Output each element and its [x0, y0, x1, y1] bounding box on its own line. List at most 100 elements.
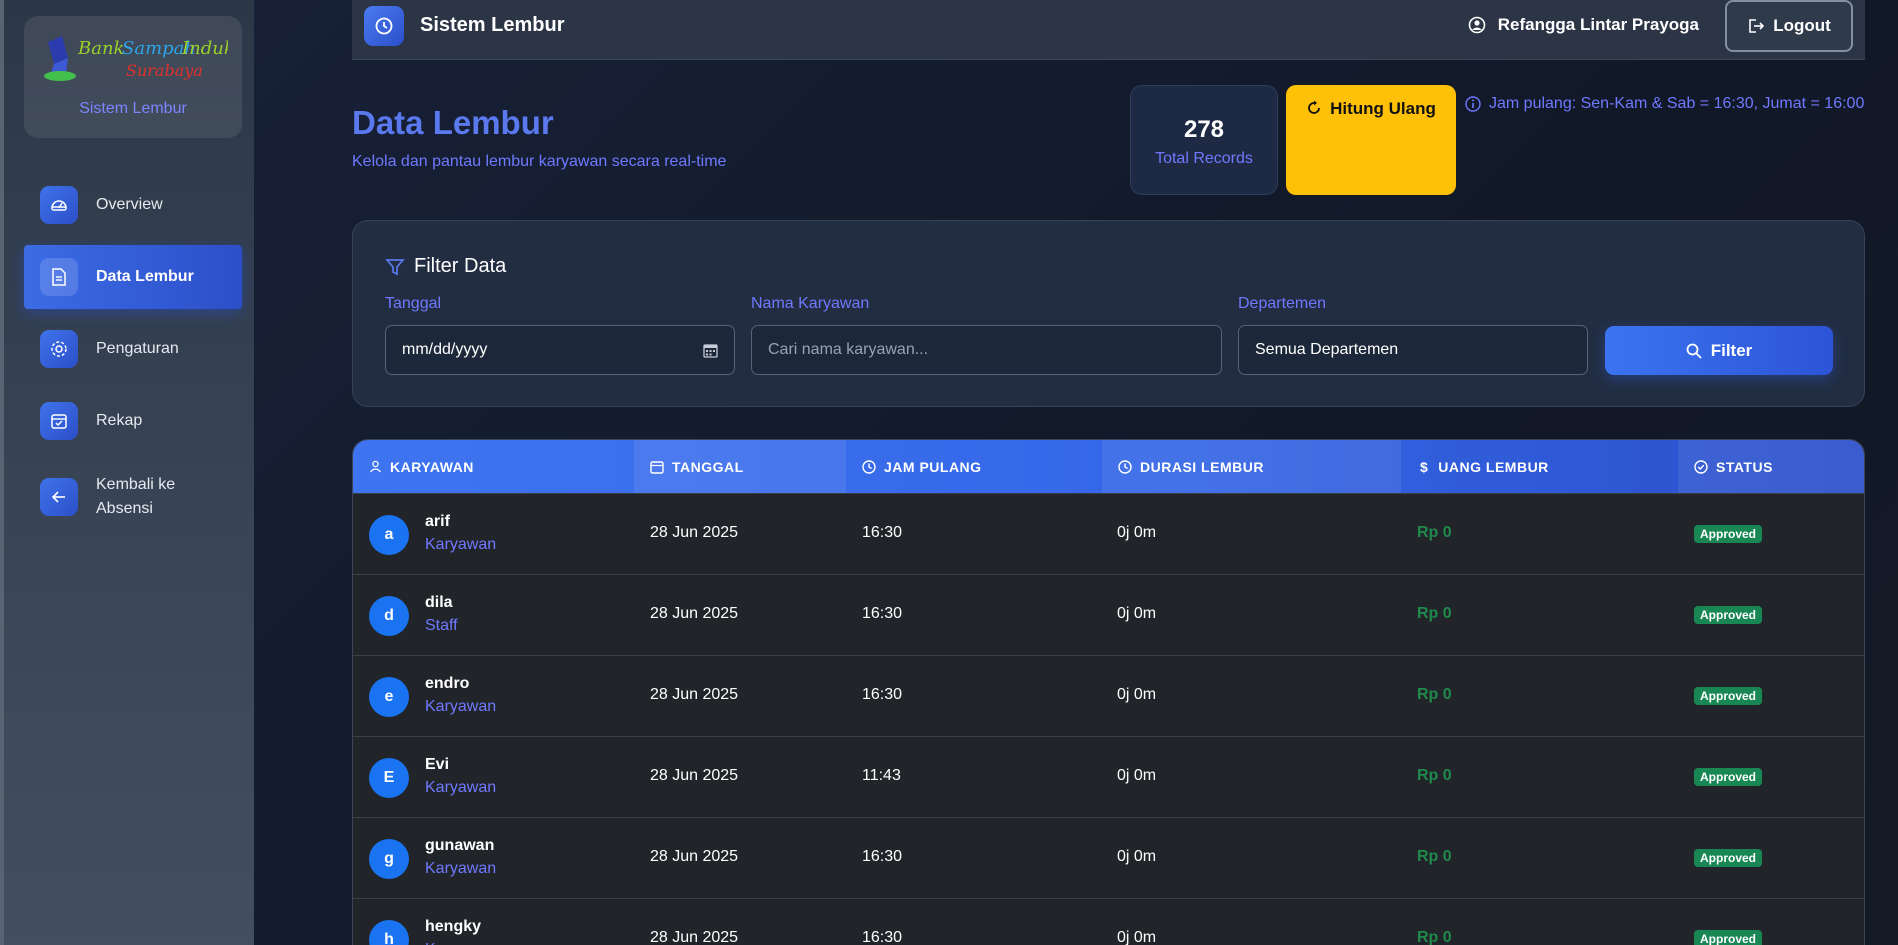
- date-input[interactable]: mm/dd/yyyy: [385, 325, 735, 375]
- col-status[interactable]: STATUS: [1678, 440, 1864, 493]
- total-records-card: 278 Total Records: [1130, 85, 1278, 195]
- table-row[interactable]: h hengky Karyawan 28 Jun 2025 16:30 0j 0…: [353, 898, 1864, 945]
- refresh-icon: [1308, 100, 1321, 114]
- status-badge: Approved: [1694, 849, 1763, 867]
- sidebar-item-rekap[interactable]: Rekap: [24, 389, 242, 453]
- clock-icon: [862, 459, 876, 474]
- sidebar: Bank Sampah Induk Surabaya Sistem Lembur…: [0, 0, 254, 945]
- status-badge: Approved: [1694, 687, 1763, 705]
- cell-date: 28 Jun 2025: [650, 605, 739, 622]
- table-row[interactable]: g gunawan Karyawan 28 Jun 2025 16:30 0j …: [353, 817, 1864, 898]
- schedule-info: Jam pulang: Sen-Kam & Sab = 16:30, Jumat…: [1465, 95, 1864, 113]
- employee-name: gunawan: [425, 837, 495, 854]
- col-label: DURASI LEMBUR: [1140, 458, 1264, 475]
- calendar-icon[interactable]: [703, 343, 718, 358]
- user-circle-icon: [1468, 16, 1486, 34]
- brand-card: Bank Sampah Induk Surabaya Sistem Lembur: [24, 16, 242, 138]
- table-row[interactable]: E Evi Karyawan 28 Jun 2025 11:43 0j 0m R…: [353, 736, 1864, 817]
- dollar-icon: $: [1420, 458, 1429, 475]
- topbar: Sistem Lembur Refangga Lintar Prayoga Lo…: [352, 0, 1865, 60]
- status-badge: Approved: [1694, 930, 1763, 945]
- col-tanggal[interactable]: TANGGAL: [634, 440, 846, 493]
- col-durasi-lembur[interactable]: DURASI LEMBUR: [1102, 440, 1401, 493]
- col-label: UANG LEMBUR: [1438, 458, 1549, 475]
- check-circle-icon: [1694, 459, 1708, 474]
- avatar: a: [369, 515, 409, 555]
- employee-role: Karyawan: [425, 860, 497, 877]
- filter-title: Filter Data: [385, 255, 506, 278]
- table-row[interactable]: a arif Karyawan 28 Jun 2025 16:30 0j 0m …: [353, 493, 1864, 574]
- col-label: JAM PULANG: [884, 458, 982, 475]
- clock-icon: [1118, 459, 1132, 474]
- sidebar-item-label: Data Lembur: [96, 268, 194, 285]
- employee-search-placeholder: Cari nama karyawan...: [768, 341, 929, 358]
- total-records-label: Total Records: [1155, 150, 1253, 167]
- status-badge: Approved: [1694, 525, 1763, 543]
- cell-date: 28 Jun 2025: [650, 767, 739, 784]
- cell-uang: Rp 0: [1417, 848, 1452, 865]
- user-name: Refangga Lintar Prayoga: [1497, 15, 1699, 34]
- search-icon: [1686, 343, 1702, 359]
- cell-date: 28 Jun 2025: [650, 848, 739, 865]
- avatar: h: [369, 920, 409, 945]
- col-karyawan[interactable]: KARYAWAN: [353, 440, 634, 493]
- col-uang-lembur[interactable]: $ UANG LEMBUR: [1401, 440, 1678, 493]
- page-subtitle: Kelola dan pantau lembur karyawan secara…: [352, 153, 727, 170]
- sidebar-item-pengaturan[interactable]: Pengaturan: [24, 317, 242, 381]
- cell-jam-pulang: 16:30: [862, 524, 903, 541]
- svg-text:Induk: Induk: [181, 38, 228, 59]
- employee-name: dila: [425, 594, 453, 611]
- cell-jam-pulang: 16:30: [862, 848, 903, 865]
- logout-icon: [1749, 19, 1765, 33]
- schedule-info-text: Jam pulang: Sen-Kam & Sab = 16:30, Jumat…: [1489, 95, 1865, 112]
- sidebar-item-kembali-absensi[interactable]: Kembali ke Absensi: [24, 465, 242, 529]
- employee-name: Evi: [425, 756, 450, 773]
- sidebar-item-data-lembur[interactable]: Data Lembur: [24, 245, 242, 309]
- logout-button[interactable]: Logout: [1725, 0, 1853, 52]
- department-select[interactable]: Semua Departemen: [1238, 325, 1588, 375]
- avatar: g: [369, 839, 409, 879]
- table-header: KARYAWAN TANGGAL JAM PULANG DURASI LEMBU…: [353, 440, 1864, 493]
- cell-uang: Rp 0: [1417, 686, 1452, 703]
- status-badge: Approved: [1694, 606, 1763, 624]
- page-title: Data Lembur: [352, 104, 554, 141]
- table-row[interactable]: e endro Karyawan 28 Jun 2025 16:30 0j 0m…: [353, 655, 1864, 736]
- gauge-icon: [40, 186, 78, 224]
- employee-search-input[interactable]: Cari nama karyawan...: [751, 325, 1222, 375]
- overtime-table: KARYAWAN TANGGAL JAM PULANG DURASI LEMBU…: [352, 439, 1865, 945]
- employee-name: endro: [425, 675, 470, 692]
- avatar: E: [369, 758, 409, 798]
- funnel-icon: [385, 258, 405, 275]
- arrow-left-icon: [40, 478, 78, 516]
- recalculate-label: Hitung Ulang: [1330, 99, 1436, 118]
- cell-uang: Rp 0: [1417, 929, 1452, 945]
- filter-title-label: Filter Data: [414, 255, 507, 277]
- filter-card: Filter Data Tanggal mm/dd/yyyy Nama Kary…: [352, 220, 1865, 407]
- svg-text:Surabaya: Surabaya: [126, 61, 203, 80]
- sidebar-item-label: Overview: [96, 196, 163, 213]
- filter-button-label: Filter: [1710, 340, 1753, 360]
- cell-uang: Rp 0: [1417, 524, 1452, 541]
- department-label: Departemen: [1238, 295, 1327, 312]
- date-input-value: mm/dd/yyyy: [402, 341, 488, 358]
- table-row[interactable]: d dila Staff 28 Jun 2025 16:30 0j 0m Rp …: [353, 574, 1864, 655]
- cell-date: 28 Jun 2025: [650, 524, 739, 541]
- cell-date: 28 Jun 2025: [650, 929, 739, 945]
- employee-name: arif: [425, 513, 450, 530]
- sidebar-item-label: Rekap: [96, 412, 143, 429]
- app-title: Sistem Lembur: [420, 14, 565, 36]
- bank-sampah-logo: Bank Sampah Induk Surabaya: [44, 36, 228, 81]
- cell-durasi: 0j 0m: [1117, 848, 1157, 865]
- svg-text:Bank: Bank: [77, 38, 124, 59]
- document-icon: [40, 258, 78, 296]
- user-info[interactable]: Refangga Lintar Prayoga: [1468, 15, 1699, 35]
- sidebar-item-overview[interactable]: Overview: [24, 173, 242, 237]
- recalculate-button[interactable]: Hitung Ulang: [1286, 85, 1456, 195]
- employee-role: Karyawan: [425, 941, 496, 945]
- cell-durasi: 0j 0m: [1117, 767, 1157, 784]
- col-jam-pulang[interactable]: JAM PULANG: [846, 440, 1102, 493]
- cell-durasi: 0j 0m: [1117, 605, 1157, 622]
- cell-jam-pulang: 11:43: [862, 767, 901, 784]
- filter-button[interactable]: Filter: [1605, 326, 1833, 375]
- employee-name-label: Nama Karyawan: [751, 295, 870, 312]
